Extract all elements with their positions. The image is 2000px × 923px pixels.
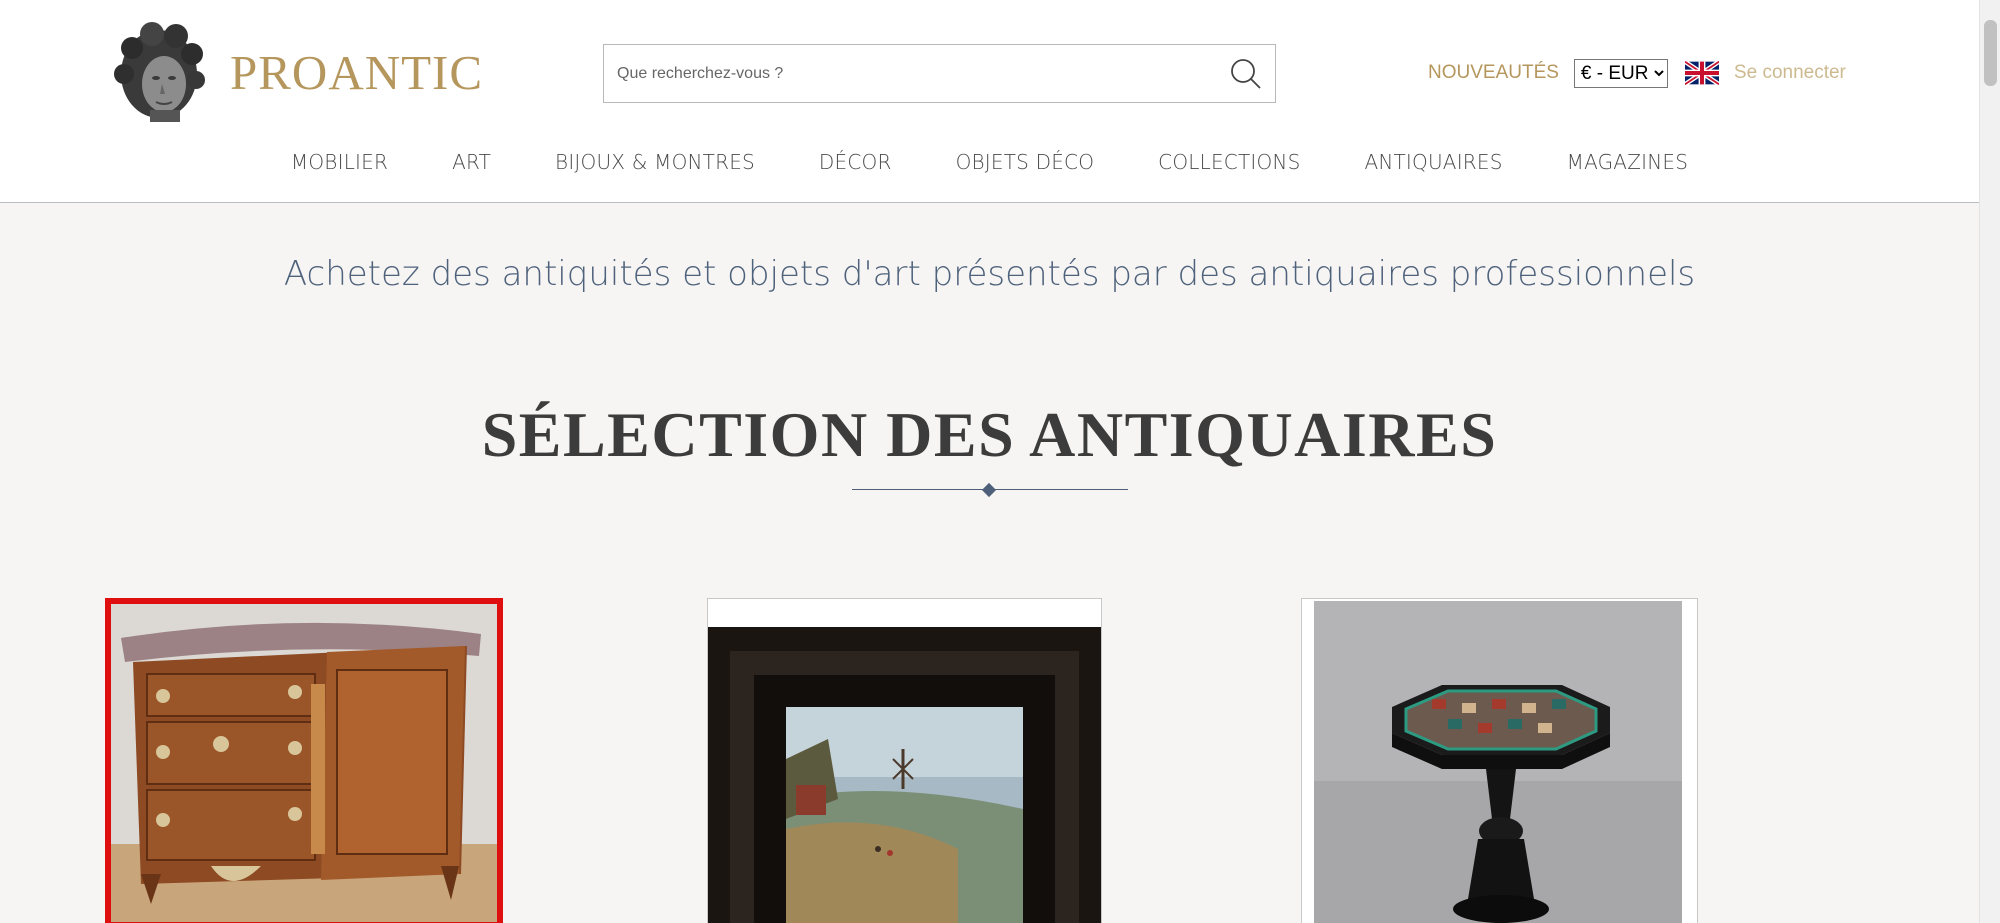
bust-logo-icon [114,22,205,122]
search-icon [1231,58,1261,89]
search-input[interactable] [604,45,1217,102]
divider-diamond-icon [981,482,997,498]
nav-item-art[interactable]: ART [420,146,523,180]
section-title: SÉLECTION DES ANTIQUAIRES [481,399,1498,470]
nav-item-bijoux-montres[interactable]: BIJOUX & MONTRES [523,146,787,180]
search-box [603,44,1276,103]
header-actions: NOUVEAUTÉS € - EUR Se connecter [1428,56,1846,90]
scrollbar[interactable] [1979,0,2000,923]
new-arrivals-link[interactable]: NOUVEAUTÉS [1428,62,1559,84]
scrollbar-thumb[interactable] [1984,20,1997,86]
nav-item-antiquaires[interactable]: ANTIQUAIRES [1332,146,1534,180]
nav-item-objets-deco[interactable]: OBJETS DÉCO [924,146,1127,180]
brand-name: PROANTIC [230,44,484,100]
product-card-table[interactable] [1301,598,1698,923]
nav-item-decor[interactable]: DÉCOR [787,146,924,180]
product-card-painting[interactable] [707,598,1102,923]
commode-image [111,604,497,922]
nav-item-magazines[interactable]: MAGAZINES [1535,146,1720,180]
site-header: PROANTIC NOUVEAUTÉS € - EUR Se connecter… [0,0,1979,203]
search-button[interactable] [1217,45,1275,102]
nav-item-collections[interactable]: COLLECTIONS [1126,146,1332,180]
login-link[interactable]: Se connecter [1734,62,1846,84]
tagline: Achetez des antiquités et objets d'art p… [283,254,1696,294]
pietra-dura-table-image [1302,599,1697,923]
logo-link[interactable]: PROANTIC [110,20,483,124]
landscape-painting-image [708,599,1101,923]
main-nav: MOBILIER ART BIJOUX & MONTRES DÉCOR OBJE… [0,146,1979,180]
product-card-commode[interactable] [105,598,503,923]
currency-select[interactable]: € - EUR [1573,58,1668,88]
nav-item-mobilier[interactable]: MOBILIER [259,146,420,180]
uk-flag-icon[interactable] [1684,61,1719,85]
